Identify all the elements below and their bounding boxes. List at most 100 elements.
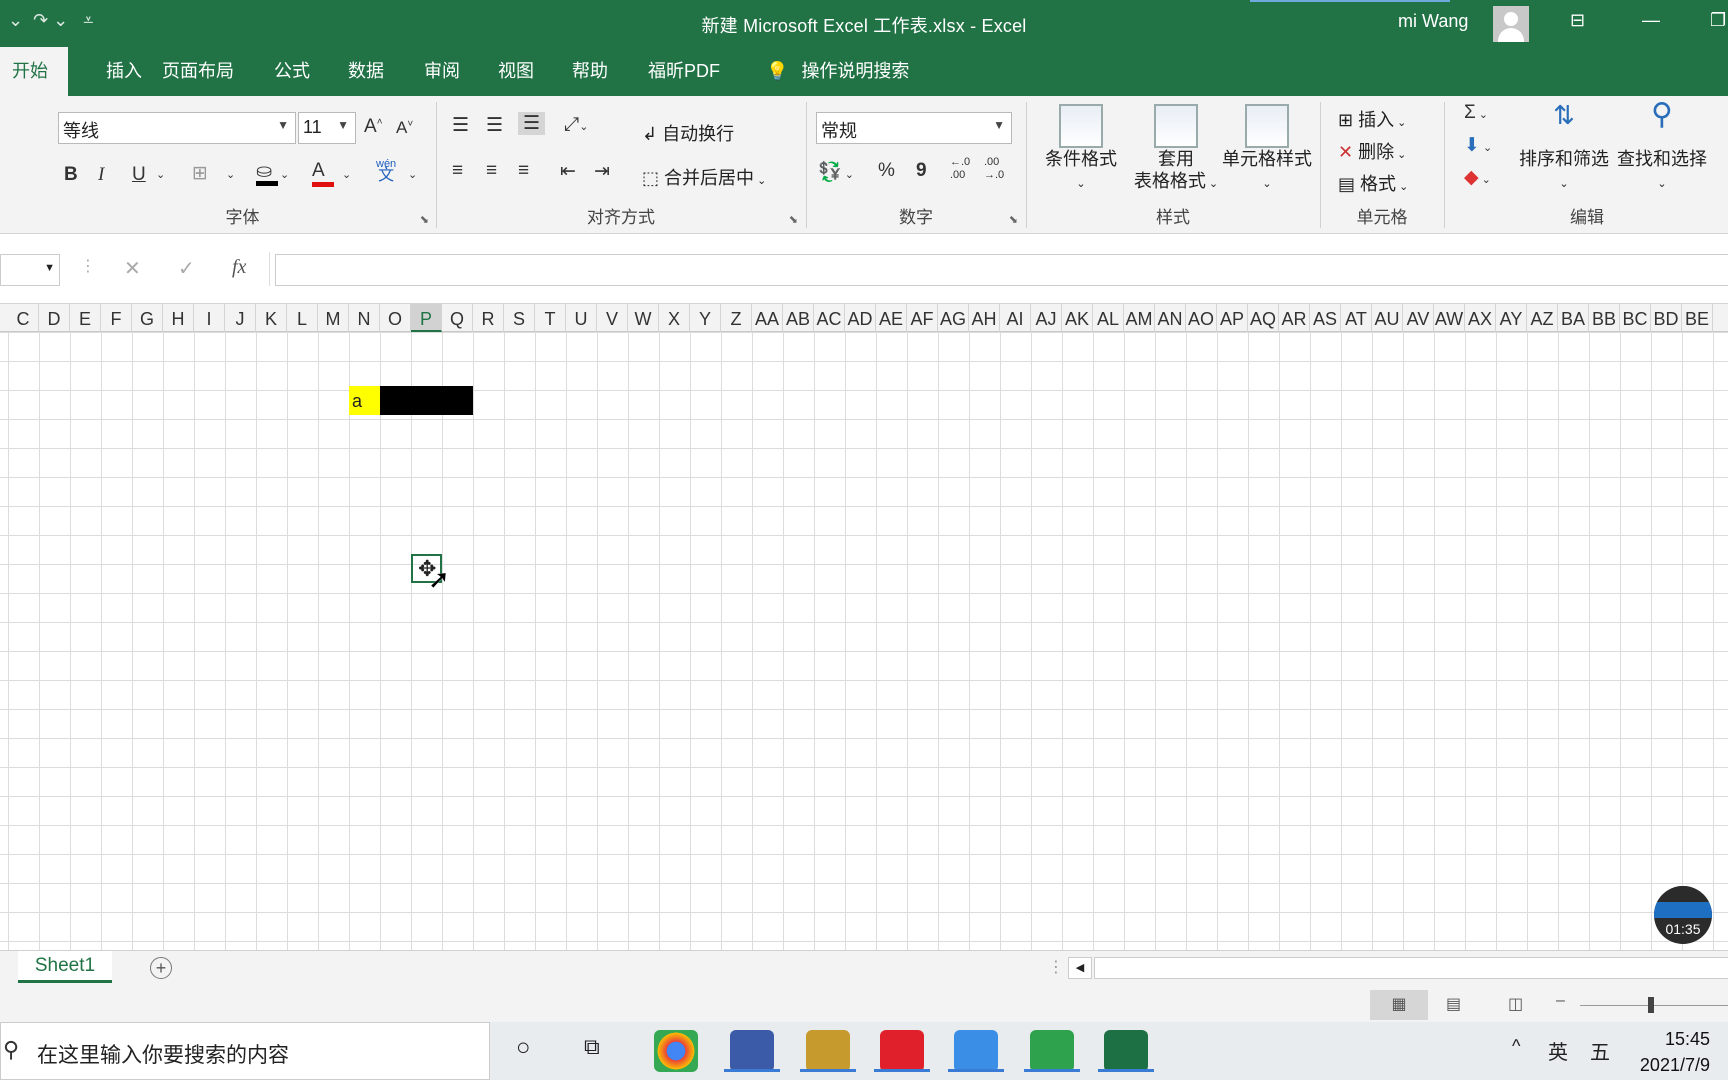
column-header[interactable]: AL — [1093, 304, 1124, 332]
zoom-slider[interactable] — [1580, 1005, 1728, 1006]
font-color-icon[interactable]: A — [312, 160, 334, 187]
column-header[interactable]: E — [70, 304, 101, 332]
column-header[interactable]: AN — [1155, 304, 1186, 332]
conditional-formatting-button[interactable]: 条件格式 ⌄ — [1036, 104, 1126, 195]
sublime-icon[interactable] — [800, 1030, 856, 1072]
align-right-icon[interactable]: ≡ — [518, 160, 529, 182]
find-select-button[interactable]: ⚲ 查找和选择 ⌄ — [1614, 100, 1710, 195]
column-header[interactable]: J — [225, 304, 256, 332]
tab-review[interactable]: 审阅 — [412, 47, 472, 96]
column-header[interactable]: S — [504, 304, 535, 332]
fill-icon[interactable]: ⬇ ⌄ — [1464, 134, 1492, 157]
insert-cells-button[interactable]: ⊞ 插入 ⌄ — [1338, 106, 1406, 132]
column-header[interactable]: V — [597, 304, 628, 332]
column-header[interactable]: W — [628, 304, 659, 332]
ime-language[interactable]: 英 — [1548, 1036, 1568, 1065]
decrease-decimal-icon[interactable]: .00 →.0 — [984, 156, 1012, 182]
phonetic-guide-icon[interactable]: wén 文 — [376, 158, 396, 184]
column-header[interactable]: O — [380, 304, 411, 332]
scroll-left-icon[interactable]: ◀ — [1068, 957, 1092, 979]
user-avatar[interactable] — [1493, 6, 1529, 42]
column-header[interactable]: AF — [907, 304, 938, 332]
cell-o3-q3-filled[interactable] — [380, 386, 473, 415]
column-header[interactable]: AV — [1403, 304, 1434, 332]
comma-style-button[interactable]: 9 — [916, 160, 927, 182]
restore-icon[interactable]: ❐ — [1710, 10, 1726, 31]
xmind-icon[interactable] — [874, 1030, 930, 1072]
column-header[interactable]: AI — [1000, 304, 1031, 332]
column-header[interactable]: R — [473, 304, 504, 332]
page-layout-view-icon[interactable]: ▤ — [1446, 994, 1461, 1014]
page-break-view-icon[interactable]: ◫ — [1508, 994, 1523, 1014]
tab-view[interactable]: 视图 — [486, 47, 546, 96]
excel-icon[interactable] — [1098, 1030, 1154, 1072]
column-header[interactable]: P — [411, 304, 442, 332]
taskbar-search[interactable]: ⚲ 在这里输入你要搜索的内容 — [0, 1022, 490, 1080]
task-view-icon[interactable]: ⧉ — [584, 1034, 600, 1060]
autosum-icon[interactable]: Σ ⌄ — [1464, 102, 1488, 124]
column-header[interactable]: AE — [876, 304, 907, 332]
increase-decimal-icon[interactable]: ←.0 .00 — [950, 156, 978, 182]
decrease-font-icon[interactable]: A˅ — [396, 118, 413, 138]
chevron-down-icon[interactable]: ⌄ — [342, 168, 351, 181]
column-header[interactable]: L — [287, 304, 318, 332]
chevron-down-icon[interactable]: ⌄ — [280, 168, 289, 181]
format-cells-button[interactable]: ▤ 格式 ⌄ — [1338, 170, 1408, 196]
normal-view-icon[interactable]: ▦ — [1370, 990, 1428, 1020]
accounting-format-icon[interactable]: 💱 ⌄ — [818, 160, 854, 184]
decrease-indent-icon[interactable]: ⇤ — [560, 160, 576, 183]
column-header[interactable]: BD — [1651, 304, 1682, 332]
column-header[interactable]: Z — [721, 304, 752, 332]
recording-timer[interactable]: 01:35 — [1654, 886, 1712, 944]
column-header[interactable]: N — [349, 304, 380, 332]
column-header[interactable]: U — [566, 304, 597, 332]
sort-filter-button[interactable]: ⇅ 排序和筛选 ⌄ — [1516, 102, 1612, 195]
increase-indent-icon[interactable]: ⇥ — [594, 160, 610, 183]
sheet-tab[interactable]: Sheet1 — [18, 951, 112, 983]
minimize-icon[interactable]: — — [1642, 10, 1660, 31]
cell-n3[interactable]: a — [349, 386, 380, 415]
underline-button[interactable]: U — [132, 164, 146, 186]
column-header[interactable]: F — [101, 304, 132, 332]
column-header[interactable]: AA — [752, 304, 783, 332]
column-header[interactable]: AJ — [1031, 304, 1062, 332]
column-header[interactable]: AO — [1186, 304, 1217, 332]
insert-function-icon[interactable]: fx — [232, 256, 246, 279]
column-header[interactable]: AR — [1279, 304, 1310, 332]
tab-insert[interactable]: 插入 — [94, 47, 154, 96]
column-header[interactable]: BB — [1589, 304, 1620, 332]
font-name-box[interactable]: 等线 ▼ — [58, 112, 296, 144]
zoom-out-icon[interactable]: – — [1556, 992, 1565, 1010]
cancel-icon[interactable]: ✕ — [124, 256, 141, 281]
column-header[interactable]: AG — [938, 304, 969, 332]
column-header[interactable]: H — [163, 304, 194, 332]
column-header[interactable]: AP — [1217, 304, 1248, 332]
borders-icon[interactable]: ⊞ — [192, 162, 208, 185]
ime-mode[interactable]: 五 — [1590, 1036, 1610, 1065]
column-header[interactable]: AU — [1372, 304, 1403, 332]
cell-styles-button[interactable]: 单元格样式 ⌄ — [1212, 104, 1322, 195]
tell-me-search[interactable]: 💡 操作说明搜索 — [756, 47, 921, 96]
column-header[interactable]: X — [659, 304, 690, 332]
orientation-icon[interactable]: ⤢⌄ — [564, 114, 588, 136]
wrap-text-button[interactable]: ↲ 自动换行 — [642, 120, 734, 146]
number-format-box[interactable]: 常规 ▼ — [816, 112, 1012, 144]
column-header[interactable]: AD — [845, 304, 876, 332]
font-size-box[interactable]: 11 ▼ — [298, 112, 356, 144]
middle-align-icon[interactable]: ☰ — [486, 114, 503, 137]
tab-data[interactable]: 数据 — [336, 47, 396, 96]
dialog-launcher-icon[interactable]: ⬊ — [420, 213, 429, 226]
bottom-align-icon[interactable]: ☰ — [518, 112, 546, 135]
column-header[interactable]: AQ — [1248, 304, 1279, 332]
tab-formulas[interactable]: 公式 — [262, 47, 322, 96]
add-sheet-icon[interactable]: + — [150, 957, 172, 979]
format-as-table-button[interactable]: 套用 表格格式 ⌄ — [1126, 104, 1226, 195]
chrome-icon[interactable] — [654, 1030, 698, 1072]
splitter-icon[interactable]: ⋮ — [1048, 957, 1064, 977]
ribbon-display-options-icon[interactable]: ⊟ — [1570, 10, 1585, 31]
column-header[interactable]: AZ — [1527, 304, 1558, 332]
system-clock[interactable]: 15:45 2021/7/9 — [1640, 1026, 1710, 1078]
merge-center-button[interactable]: ⬚ 合并后居中 ⌄ — [642, 164, 766, 190]
formula-input[interactable] — [275, 254, 1728, 286]
column-header[interactable]: I — [194, 304, 225, 332]
